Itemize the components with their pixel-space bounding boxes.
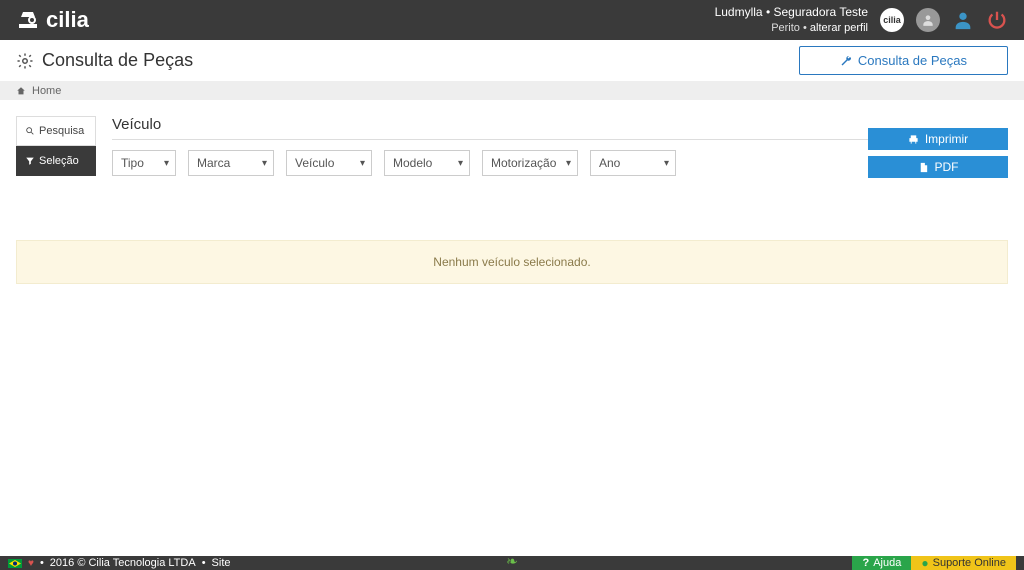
action-buttons: Imprimir PDF [868, 128, 1008, 178]
change-profile-link[interactable]: alterar perfil [810, 22, 868, 34]
question-icon: ? [862, 557, 869, 569]
user-role: Perito [771, 22, 800, 34]
select-veiculo[interactable]: Veículo [286, 150, 372, 176]
top-bar: cilia Ludmylla • Seguradora Teste Perito… [0, 0, 1024, 40]
home-icon [16, 86, 26, 96]
user-name: Ludmylla [715, 5, 763, 19]
sidebar-item-selecao[interactable]: Seleção [16, 146, 96, 176]
sidebar-item-label: Seleção [39, 155, 79, 167]
breadcrumb-home[interactable]: Home [32, 85, 61, 97]
seguro-badge-icon[interactable] [916, 8, 940, 32]
online-dot-icon: ● [921, 556, 928, 570]
leaf-icon: ❧ [506, 556, 518, 570]
help-button[interactable]: ? Ajuda [852, 556, 911, 570]
main-content: Pesquisa Seleção Veículo Tipo Marca Veíc… [0, 100, 1024, 194]
select-motorizacao[interactable]: Motorização [482, 150, 578, 176]
no-vehicle-alert: Nenhum veículo selecionado. [16, 240, 1008, 284]
sidebar: Pesquisa Seleção [16, 116, 96, 178]
footer-copyright: 2016 © Cilia Tecnologia LTDA [50, 557, 196, 569]
vehicle-section: Veículo Tipo Marca Veículo Modelo Motori… [96, 116, 1008, 178]
file-icon [918, 162, 929, 173]
title-bar: Consulta de Peças Consulta de Peças [0, 40, 1024, 82]
heart-icon: ♥ [28, 558, 34, 569]
print-button[interactable]: Imprimir [868, 128, 1008, 150]
vehicle-filters: Tipo Marca Veículo Modelo Motorização An… [112, 150, 676, 176]
search-icon [25, 126, 35, 136]
person-icon [921, 13, 935, 27]
select-marca[interactable]: Marca [188, 150, 274, 176]
brazil-flag-icon [8, 559, 22, 568]
power-icon[interactable] [986, 9, 1008, 31]
select-ano[interactable]: Ano [590, 150, 676, 176]
support-button[interactable]: ● Suporte Online [911, 556, 1016, 570]
footer-site-link[interactable]: Site [212, 557, 231, 569]
footer: ♥ • 2016 © Cilia Tecnologia LTDA • Site … [0, 556, 1024, 570]
brand-text: cilia [46, 7, 89, 33]
brand-logo[interactable]: cilia [16, 7, 89, 33]
company-name: Seguradora Teste [773, 5, 868, 19]
sidebar-item-label: Pesquisa [39, 125, 84, 137]
sidebar-item-pesquisa[interactable]: Pesquisa [16, 116, 96, 146]
consulta-pecas-button[interactable]: Consulta de Peças [799, 46, 1008, 75]
page-title: Consulta de Peças [42, 50, 193, 71]
cilia-badge-icon[interactable]: cilia [880, 8, 904, 32]
gear-icon [16, 52, 34, 70]
car-wrench-icon [16, 10, 40, 30]
select-modelo[interactable]: Modelo [384, 150, 470, 176]
top-bar-right: Ludmylla • Seguradora Teste Perito • alt… [715, 5, 1008, 35]
select-tipo[interactable]: Tipo [112, 150, 176, 176]
pdf-button[interactable]: PDF [868, 156, 1008, 178]
filter-icon [25, 156, 35, 166]
breadcrumb: Home [0, 82, 1024, 100]
user-icon[interactable] [952, 9, 974, 31]
wrench-icon [840, 55, 852, 67]
printer-icon [908, 134, 919, 145]
user-info: Ludmylla • Seguradora Teste Perito • alt… [715, 5, 868, 35]
